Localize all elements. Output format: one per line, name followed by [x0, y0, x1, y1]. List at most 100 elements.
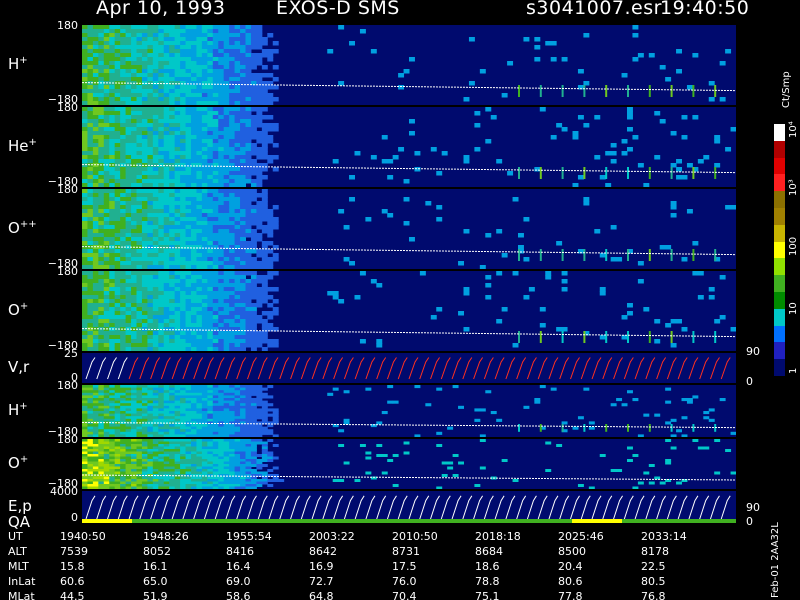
ytick-top-5: 180 — [57, 379, 78, 392]
colorbar-swatch — [774, 291, 785, 309]
table-cell: 64.8 — [309, 590, 334, 600]
time-stamp: 19:40:50 — [660, 0, 750, 19]
ytick-top-2: 180 — [57, 183, 78, 196]
colorbar-tick: 10⁴ — [788, 121, 799, 138]
colorbar-swatch — [774, 207, 785, 225]
table-cell: 8178 — [641, 545, 669, 558]
table-cell: 76.0 — [392, 575, 417, 588]
panel-4 — [82, 353, 736, 383]
panel-label-0: H+ — [8, 55, 28, 73]
table-cell: 16.1 — [143, 560, 168, 573]
table-cell: 60.6 — [60, 575, 85, 588]
table-cell: 2010:50 — [392, 530, 438, 543]
colorbar-swatch — [774, 157, 785, 175]
panel-label-4: V,r — [8, 358, 30, 376]
table-row-label: ALT — [8, 545, 27, 558]
panel-2 — [82, 189, 736, 269]
table-cell: 22.5 — [641, 560, 666, 573]
ytick-right-bot-7: 0 — [746, 515, 753, 528]
table-cell: 1955:54 — [226, 530, 272, 543]
table-row-label: InLat — [8, 575, 36, 588]
table-cell: 8731 — [392, 545, 420, 558]
table-cell: 7539 — [60, 545, 88, 558]
table-cell: 70.4 — [392, 590, 417, 600]
colorbar-swatch — [774, 258, 785, 276]
table-cell: 44.5 — [60, 590, 85, 600]
table-cell: 58.6 — [226, 590, 251, 600]
colorbar-swatch — [774, 140, 785, 158]
table-cell: 51.9 — [143, 590, 168, 600]
table-cell: 8052 — [143, 545, 171, 558]
table-cell: 2018:18 — [475, 530, 521, 543]
ytick-top-0: 180 — [57, 19, 78, 32]
panel-6 — [82, 439, 736, 489]
table-cell: 72.7 — [309, 575, 334, 588]
file-name: s3041007.esr — [526, 0, 662, 19]
table-row-label: UT — [8, 530, 23, 543]
colorbar-swatch — [774, 124, 785, 141]
panel-label-6: O+ — [8, 454, 29, 472]
ytick-top-4: 25 — [64, 347, 78, 360]
colorbar-tick: 100 — [788, 236, 799, 256]
instrument-title: EXOS-D SMS — [276, 0, 400, 19]
sms-spectrogram-screen: Apr 10, 1993 EXOS-D SMS s3041007.esr 19:… — [0, 0, 800, 600]
table-cell: 8416 — [226, 545, 254, 558]
table-cell: 15.8 — [60, 560, 85, 573]
ytick-top-7: 4000 — [50, 485, 78, 498]
panel-3 — [82, 271, 736, 351]
table-cell: 80.5 — [641, 575, 666, 588]
table-cell: 69.0 — [226, 575, 251, 588]
panel-7 — [82, 491, 736, 523]
colorbar-swatch — [774, 308, 785, 326]
colorbar-tick: 10³ — [788, 179, 799, 196]
colorbar-swatch — [774, 224, 785, 242]
footer-note: Feb-01 2AA32L — [770, 522, 781, 598]
table-cell: 1948:26 — [143, 530, 189, 543]
colorbar-tick: 1 — [788, 367, 799, 374]
table-cell: 75.1 — [475, 590, 500, 600]
panel-1 — [82, 107, 736, 187]
ytick-top-3: 180 — [57, 265, 78, 278]
panel-label2-7: QA — [8, 513, 31, 531]
table-row-label: MLT — [8, 560, 29, 573]
table-cell: 65.0 — [143, 575, 168, 588]
date-title: Apr 10, 1993 — [96, 0, 226, 19]
panel-label-1: He+ — [8, 137, 37, 155]
panel-label-3: O+ — [8, 301, 29, 319]
colorbar — [774, 124, 785, 376]
ytick-right-bot-4: 0 — [746, 375, 753, 388]
table-cell: 16.4 — [226, 560, 251, 573]
table-cell: 76.8 — [641, 590, 666, 600]
colorbar-swatch — [774, 174, 785, 192]
colorbar-swatch — [774, 342, 785, 360]
table-cell: 2025:46 — [558, 530, 604, 543]
table-cell: 78.8 — [475, 575, 500, 588]
table-cell: 2033:14 — [641, 530, 687, 543]
colorbar-swatch — [774, 275, 785, 292]
colorbar-swatch — [774, 241, 785, 259]
table-cell: 18.6 — [475, 560, 500, 573]
panel-label-5: H+ — [8, 401, 28, 419]
table-cell: 17.5 — [392, 560, 417, 573]
panel-0 — [82, 25, 736, 105]
table-cell: 8642 — [309, 545, 337, 558]
table-cell: 1940:50 — [60, 530, 106, 543]
ytick-top-6: 180 — [57, 433, 78, 446]
panel-label-2: O++ — [8, 219, 37, 237]
panel-5 — [82, 385, 736, 437]
colorbar-swatch — [774, 359, 785, 376]
colorbar-swatch — [774, 325, 785, 343]
ytick-right-top-4: 90 — [746, 345, 760, 358]
table-cell: 80.6 — [558, 575, 583, 588]
table-cell: 8684 — [475, 545, 503, 558]
table-cell: 8500 — [558, 545, 586, 558]
colorbar-swatch — [774, 191, 785, 208]
colorbar-unit: Ct/Smp — [781, 71, 792, 108]
table-row-label: MLat — [8, 590, 35, 600]
ytick-bot-7: 0 — [71, 511, 78, 524]
ytick-right-top-7: 90 — [746, 501, 760, 514]
table-cell: 2003:22 — [309, 530, 355, 543]
colorbar-tick: 10 — [788, 302, 799, 315]
table-cell: 16.9 — [309, 560, 334, 573]
ytick-top-1: 180 — [57, 101, 78, 114]
